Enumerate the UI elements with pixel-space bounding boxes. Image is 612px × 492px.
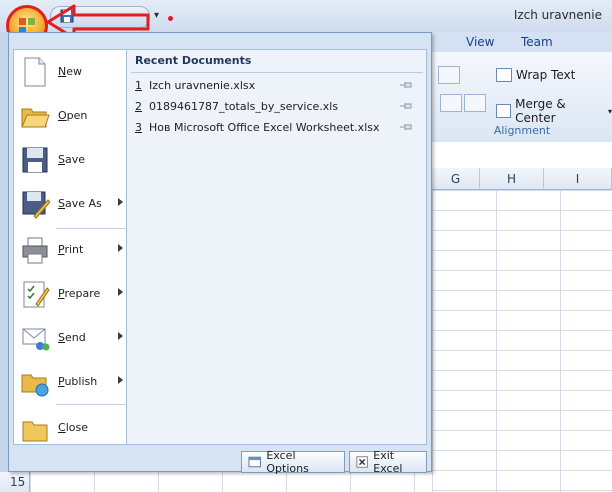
menu-item-save[interactable]: Save <box>14 138 126 182</box>
recent-number: 3 <box>135 121 142 134</box>
alignment-group-label: Alignment <box>493 124 551 137</box>
menu-item-open[interactable]: Open <box>14 94 126 138</box>
wrap-text-button[interactable]: Wrap Text <box>496 68 575 82</box>
decrease-indent-button[interactable] <box>440 94 462 112</box>
menu-item-send[interactable]: Send <box>14 316 126 360</box>
menu-item-label: Close <box>58 421 88 434</box>
menu-item-label: Open <box>58 109 88 122</box>
menu-item-label: New <box>58 65 82 78</box>
recent-documents-panel: Recent Documents 1 Izch uravnenie.xlsx 2… <box>127 49 427 445</box>
save-as-icon <box>22 191 50 219</box>
pin-icon[interactable] <box>399 102 413 110</box>
exit-x-icon <box>356 456 368 468</box>
recent-documents-title: Recent Documents <box>135 54 252 67</box>
send-icon <box>22 328 50 351</box>
submenu-arrow-icon <box>118 288 123 296</box>
close-folder-icon <box>22 421 48 442</box>
recent-file-name: Нов Microsoft Office Excel Worksheet.xls… <box>149 121 380 134</box>
save-disk-icon <box>22 147 48 173</box>
publish-icon <box>21 374 49 397</box>
menu-item-label: Prepare <box>58 287 101 300</box>
submenu-arrow-icon <box>118 244 123 252</box>
recent-document-item[interactable]: 2 0189461787_totals_by_service.xls <box>135 97 421 117</box>
options-icon <box>248 456 261 468</box>
menu-item-prepare[interactable]: Prepare <box>14 272 126 316</box>
prepare-icon <box>23 281 50 308</box>
menu-item-label: Save <box>58 153 86 166</box>
sheet-left-edge <box>0 32 8 472</box>
cell-grid[interactable] <box>432 190 612 492</box>
merge-dropdown-icon[interactable]: ▾ <box>608 107 612 116</box>
menu-item-close[interactable]: Close <box>14 406 126 450</box>
open-folder-icon <box>21 108 50 128</box>
column-header-i[interactable]: I <box>544 168 612 190</box>
wrap-text-label: Wrap Text <box>516 68 576 82</box>
ribbon-alignment-group: Wrap Text Merge & Center ▾ Alignment <box>432 52 612 143</box>
recent-number: 2 <box>135 100 142 113</box>
increase-indent-button[interactable] <box>464 94 486 112</box>
merge-center-label: Merge & Center <box>515 97 566 125</box>
row-header-15[interactable]: 15 <box>0 472 30 492</box>
pin-icon[interactable] <box>399 81 413 89</box>
ribbon-tabs: View Team <box>432 32 612 53</box>
menu-item-save-as[interactable]: Save As <box>14 182 126 226</box>
recent-number: 1 <box>135 79 142 92</box>
menu-item-new[interactable]: New <box>14 50 126 94</box>
recent-divider <box>131 72 423 73</box>
excel-options-label: Excel Options <box>266 449 309 475</box>
exit-excel-label: Exit Excel <box>373 449 403 475</box>
recent-document-item[interactable]: 3 Нов Microsoft Office Excel Worksheet.x… <box>135 118 421 138</box>
submenu-arrow-icon <box>118 332 123 340</box>
submenu-arrow-icon <box>118 376 123 384</box>
printer-icon <box>22 237 48 264</box>
menu-item-label: Publish <box>58 375 98 388</box>
menu-separator <box>56 404 126 405</box>
exit-excel-button[interactable]: Exit Excel <box>349 449 427 475</box>
menu-item-label: Print <box>58 243 84 256</box>
orientation-button[interactable] <box>438 66 460 84</box>
window-title: Izch uravnenie <box>513 8 602 22</box>
recent-file-name: 0189461787_totals_by_service.xls <box>149 100 339 113</box>
menu-item-label: Send <box>58 331 86 344</box>
recent-file-name: Izch uravnenie.xlsx <box>149 79 256 92</box>
pin-icon[interactable] <box>399 123 413 131</box>
menu-commands: New Open Save Save As Print Prepare Send… <box>13 49 127 445</box>
red-dot-marker <box>168 16 173 21</box>
wrap-text-icon <box>496 68 512 82</box>
customize-toolbar-icon[interactable]: ▾ <box>154 10 159 21</box>
row-15-cells[interactable] <box>30 472 432 492</box>
menu-item-label: Save As <box>58 197 102 210</box>
merge-center-icon <box>496 104 512 118</box>
tab-view[interactable]: View <box>466 35 494 49</box>
column-header-g[interactable]: G <box>432 168 480 190</box>
menu-item-publish[interactable]: Publish <box>14 360 126 404</box>
formula-bar[interactable] <box>432 142 612 169</box>
merge-center-button[interactable]: Merge & Center ▾ <box>496 97 612 125</box>
office-menu: New Open Save Save As Print Prepare Send… <box>8 32 432 475</box>
tab-team[interactable]: Team <box>521 35 553 49</box>
recent-document-item[interactable]: 1 Izch uravnenie.xlsx <box>135 76 421 96</box>
submenu-arrow-icon <box>118 198 123 206</box>
menu-item-print[interactable]: Print <box>14 228 126 272</box>
column-header-h[interactable]: H <box>480 168 544 190</box>
new-document-icon <box>24 57 46 87</box>
excel-options-button[interactable]: Excel Options <box>241 449 345 475</box>
